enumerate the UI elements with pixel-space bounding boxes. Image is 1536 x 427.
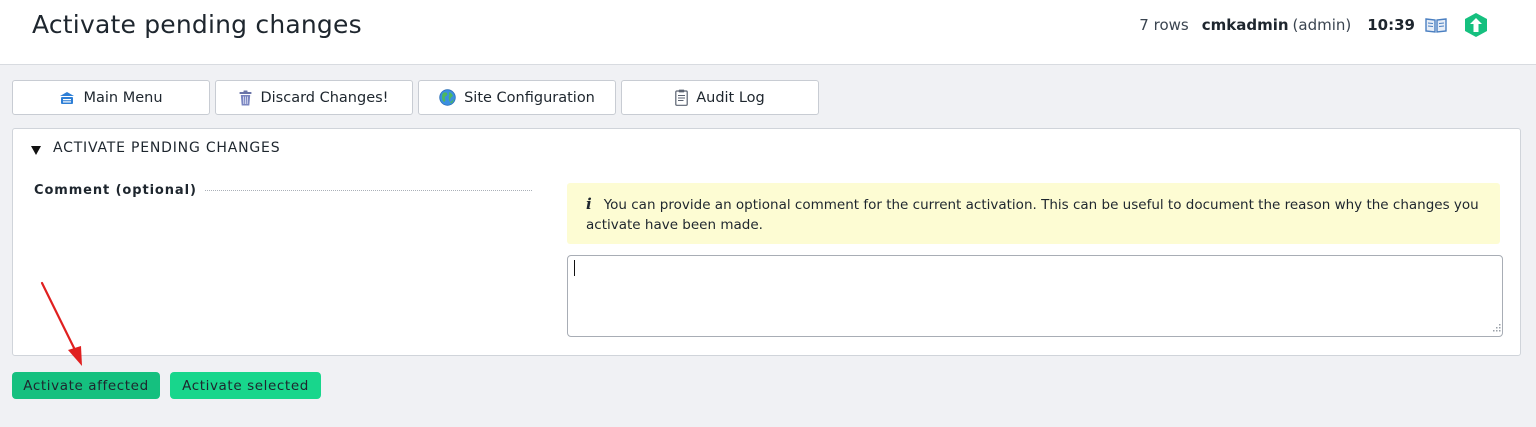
- user-role: (admin): [1292, 16, 1352, 34]
- clock: 10:39: [1367, 16, 1415, 34]
- status-area: 7 rows cmkadmin (admin) 10:39: [1139, 12, 1536, 38]
- collapse-triangle-icon[interactable]: [31, 145, 41, 155]
- fold-header[interactable]: ACTIVATE PENDING CHANGES: [31, 140, 280, 156]
- main-menu-icon: [60, 91, 75, 104]
- globe-icon: [439, 89, 456, 106]
- site-configuration-button[interactable]: Site Configuration: [418, 80, 616, 115]
- page-title: Activate pending changes: [32, 10, 362, 39]
- logo-icon[interactable]: [1463, 12, 1489, 38]
- audit-log-label: Audit Log: [696, 89, 765, 106]
- discard-changes-label: Discard Changes!: [260, 89, 389, 106]
- main-menu-label: Main Menu: [83, 89, 163, 106]
- toolbar: Main Menu Discard Changes! Site Configur…: [12, 80, 824, 115]
- top-bar: Activate pending changes 7 rows cmkadmin…: [0, 0, 1536, 65]
- comment-legend-row: Comment (optional): [34, 183, 532, 198]
- discard-changes-button[interactable]: Discard Changes!: [215, 80, 413, 115]
- activation-panel: ACTIVATE PENDING CHANGES Comment (option…: [12, 128, 1521, 356]
- audit-log-button[interactable]: Audit Log: [621, 80, 819, 115]
- comment-textarea[interactable]: [567, 255, 1503, 337]
- site-configuration-label: Site Configuration: [464, 89, 595, 106]
- legend-dots: [204, 190, 532, 191]
- resize-grip-icon[interactable]: [1492, 323, 1501, 332]
- activate-affected-button[interactable]: Activate affected: [12, 372, 160, 399]
- main-menu-button[interactable]: Main Menu: [12, 80, 210, 115]
- activate-selected-button[interactable]: Activate selected: [170, 372, 321, 399]
- comment-label: Comment (optional): [34, 183, 197, 198]
- trash-icon: [239, 90, 252, 105]
- text-cursor: [574, 260, 575, 276]
- fold-title: ACTIVATE PENDING CHANGES: [53, 140, 281, 156]
- clipboard-icon: [675, 89, 689, 106]
- user-name[interactable]: cmkadmin: [1202, 16, 1289, 34]
- help-box: i You can provide an optional comment for…: [567, 183, 1500, 244]
- help-text: You can provide an optional comment for …: [586, 197, 1479, 233]
- book-icon[interactable]: [1425, 17, 1447, 33]
- row-count: 7 rows: [1139, 16, 1189, 34]
- info-icon: i: [586, 195, 592, 213]
- annotation-arrow-icon: [40, 281, 82, 366]
